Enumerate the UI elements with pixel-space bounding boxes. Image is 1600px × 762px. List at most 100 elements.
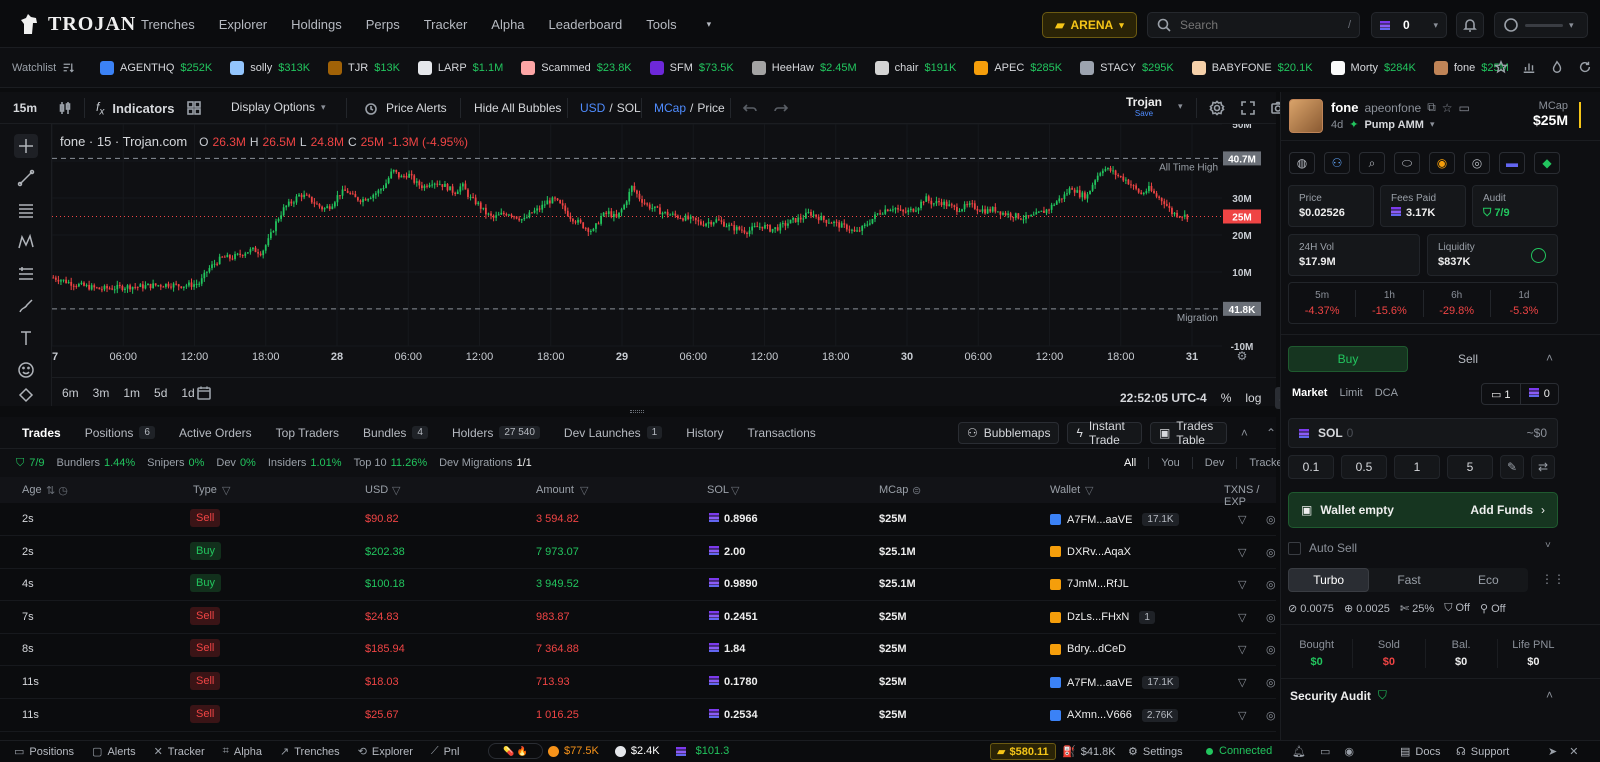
calendar-range-icon[interactable] — [196, 385, 212, 401]
filter-you[interactable]: You — [1148, 457, 1180, 469]
log-toggle[interactable]: log — [1245, 391, 1261, 405]
tab-holders[interactable]: Holders 27 540 — [452, 426, 540, 440]
indicators-button[interactable]: fx Indicators — [96, 100, 174, 117]
mcap-price-toggle[interactable]: MCap / Price — [654, 101, 725, 115]
filter-icon[interactable]: ▽ — [580, 484, 588, 497]
filter-icon[interactable]: ▽ — [1238, 546, 1246, 559]
watchlist-item[interactable]: STACY $295K — [1080, 61, 1174, 75]
range-3m[interactable]: 3m — [93, 386, 110, 400]
nav-trenches[interactable]: Trenches — [141, 17, 195, 32]
tab-positions[interactable]: Positions 6 — [85, 426, 155, 440]
watchlist-item[interactable]: AGENTHQ $252K — [100, 61, 212, 75]
watchlist-item[interactable]: SFM $73.5K — [649, 61, 734, 75]
watchlist-item[interactable]: solly $313K — [230, 61, 310, 75]
tab-bundles[interactable]: Bundles 4 — [363, 426, 428, 440]
currency-icon[interactable]: ⊜ — [912, 484, 921, 497]
target-icon[interactable]: ◎ — [1266, 546, 1276, 559]
target-icon[interactable]: ◎ — [1266, 709, 1276, 722]
target-icon[interactable]: ◎ — [1266, 611, 1276, 624]
sell-tab[interactable]: Sell — [1408, 346, 1528, 372]
trades-table-button[interactable]: ▣ Trades Table — [1149, 419, 1227, 447]
watchlist-item[interactable]: Morty $284K — [1330, 61, 1416, 75]
checkbox[interactable] — [1288, 541, 1301, 555]
nav-holdings[interactable]: Holdings — [291, 17, 342, 32]
globe-icon[interactable]: ◍ — [1289, 152, 1315, 174]
logo[interactable]: TROJAN — [18, 12, 136, 36]
star-icon[interactable]: ☆ — [1442, 101, 1453, 115]
status-pills[interactable]: 💊 🔥 — [488, 743, 543, 759]
telegram-icon[interactable]: ➤ — [1548, 745, 1557, 758]
horizontal-lines-icon[interactable] — [14, 198, 38, 222]
wallet-counters[interactable]: ▭ 1 0 — [1481, 383, 1559, 405]
cell-wallet[interactable]: DXRv...AqaX — [1050, 546, 1131, 558]
watchlist-item[interactable]: APEC $285K — [974, 61, 1062, 75]
edit-icon[interactable]: ✎ — [1500, 455, 1524, 479]
cell-wallet[interactable]: AXmn...V666 2.76K — [1050, 708, 1178, 722]
undo-icon[interactable] — [742, 100, 758, 116]
nav-explorer[interactable]: Explorer — [219, 17, 267, 32]
cell-wallet[interactable]: 7JmM...RfJL — [1050, 578, 1129, 590]
pill-icon[interactable]: ⬭ — [1394, 152, 1420, 174]
settings-gear-icon[interactable] — [1209, 100, 1225, 116]
candles-icon[interactable] — [57, 100, 73, 116]
window-icon[interactable]: ▭ — [1320, 745, 1330, 758]
speed-turbo[interactable]: Turbo — [1288, 568, 1370, 592]
col-type[interactable]: Type — [193, 484, 217, 496]
chevron-down-icon[interactable]: ˅ — [1545, 540, 1551, 551]
filter-icon[interactable]: ▽ — [1238, 676, 1246, 689]
watchlist-item[interactable]: TJR $13K — [328, 61, 400, 75]
cell-wallet[interactable]: A7FM...aaVE 17.1K — [1050, 676, 1179, 689]
chevron-up-icon[interactable]: ˄ — [1546, 688, 1553, 702]
search-icon[interactable]: ⌕ — [1359, 152, 1385, 174]
search-box[interactable]: / — [1147, 12, 1360, 38]
status-positions[interactable]: ▭ Positions — [14, 745, 74, 759]
axis-settings-icon[interactable]: ⚙ — [1237, 349, 1248, 363]
cell-wallet[interactable]: A7FM...aaVE 17.1K — [1050, 513, 1179, 526]
nav-alpha[interactable]: Alpha — [491, 17, 524, 32]
bell-icon[interactable]: 🔔︎ — [1292, 745, 1306, 758]
filter-icon[interactable]: ▽ — [1085, 484, 1093, 497]
ruler-icon[interactable] — [14, 386, 38, 404]
layout-name-button[interactable]: Trojan Save — [1126, 95, 1162, 118]
preset-amount[interactable]: 1 — [1394, 455, 1440, 479]
range-1m[interactable]: 1m — [123, 386, 140, 400]
preset-amount[interactable]: 0.5 — [1341, 455, 1387, 479]
status-pnl[interactable]: ⟋ Pnl — [431, 745, 460, 758]
col-sol[interactable]: SOL — [707, 484, 729, 496]
refresh-icon[interactable] — [1578, 60, 1592, 74]
flag-icon[interactable]: ▬ — [1499, 152, 1525, 174]
resize-handle[interactable] — [630, 410, 644, 413]
pattern-icon[interactable] — [14, 230, 38, 254]
token-avatar[interactable] — [1289, 99, 1323, 133]
table-row[interactable]: 11s Sell $18.03 713.93 0.1780 $25M A7FM...aaVE… — [0, 666, 1276, 699]
filter-dev[interactable]: Dev — [1191, 457, 1224, 469]
preset-amount[interactable]: 5 — [1447, 455, 1493, 479]
search-input[interactable] — [1180, 18, 1340, 32]
col-mcap[interactable]: MCap — [879, 484, 908, 496]
audit-card[interactable]: Audit ⛉ 7/9 — [1472, 185, 1558, 227]
target-icon[interactable]: ◎ — [1266, 513, 1276, 526]
x-icon[interactable]: ✕ — [1569, 745, 1578, 758]
chevron-up-icon[interactable]: ˄ — [1546, 351, 1553, 365]
add-funds-banner[interactable]: ▣ Wallet empty Add Funds › — [1288, 492, 1558, 528]
nav-tools[interactable]: Tools ▾ — [646, 17, 735, 32]
flame-icon[interactable] — [1550, 60, 1564, 74]
redo-icon[interactable] — [773, 100, 789, 116]
nav-tracker[interactable]: Tracker — [424, 17, 468, 32]
chart-clock[interactable]: 22:52:05 UTC-4 — [1120, 391, 1207, 405]
currency-toggle[interactable]: USD / SOL — [580, 101, 641, 115]
chart-icon[interactable] — [1522, 60, 1536, 74]
filter-icon[interactable]: ▽ — [222, 484, 230, 497]
status-explorer[interactable]: ⟲ Explorer — [358, 745, 413, 759]
bookmark-icon[interactable]: ▭ — [1459, 101, 1470, 115]
settings-link[interactable]: ⚙ Settings — [1128, 745, 1183, 759]
tab-top-traders[interactable]: Top Traders — [276, 426, 339, 440]
bubblemaps-button[interactable]: ⚇ Bubblemaps — [958, 422, 1060, 444]
swap-icon[interactable]: ⇄ — [1531, 455, 1555, 479]
instant-trade-button[interactable]: ϟ Instant Trade — [1067, 419, 1142, 447]
filter-icon[interactable]: ▽ — [1238, 709, 1246, 722]
watchlist-toggle[interactable]: Watchlist — [12, 61, 75, 74]
range-5d[interactable]: 5d — [154, 386, 167, 400]
tab-transactions[interactable]: Transactions — [748, 426, 816, 440]
chevron-down-icon[interactable]: ▾ — [1430, 119, 1435, 130]
